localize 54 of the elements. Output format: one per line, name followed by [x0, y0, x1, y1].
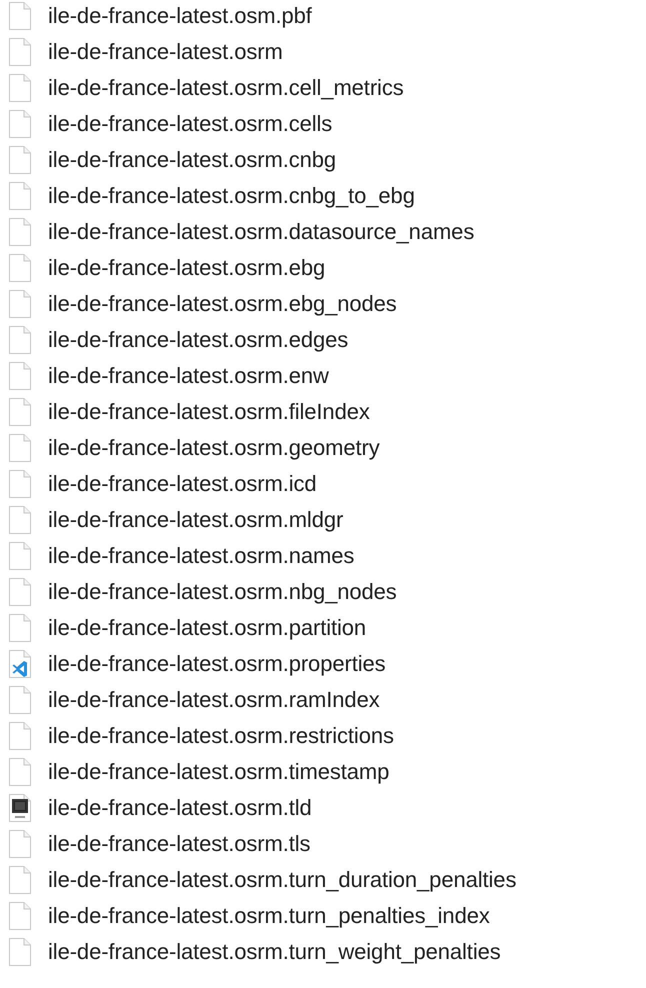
document-icon	[8, 361, 32, 391]
document-icon	[8, 721, 32, 751]
document-icon	[8, 73, 32, 103]
file-name: ile-de-france-latest.osrm.turn_weight_penalties	[48, 939, 501, 965]
document-icon	[8, 865, 32, 895]
document-icon	[8, 613, 32, 643]
file-name: ile-de-france-latest.osrm.datasource_names	[48, 219, 474, 245]
file-name: ile-de-france-latest.osrm.mldgr	[48, 507, 344, 533]
document-icon	[8, 433, 32, 463]
file-name: ile-de-france-latest.osrm.nbg_nodes	[48, 579, 397, 605]
document-icon	[8, 253, 32, 283]
file-name: ile-de-france-latest.osrm.cnbg	[48, 147, 336, 173]
xml-file-icon	[8, 793, 32, 823]
file-name: ile-de-france-latest.osrm.timestamp	[48, 759, 390, 785]
file-name: ile-de-france-latest.osrm.properties	[48, 651, 386, 677]
document-icon	[8, 181, 32, 211]
file-name: ile-de-france-latest.osrm.cell_metrics	[48, 75, 404, 101]
document-icon	[8, 325, 32, 355]
file-name: ile-de-france-latest.osrm.ramIndex	[48, 687, 380, 713]
document-icon	[8, 217, 32, 247]
file-name: ile-de-france-latest.osrm.fileIndex	[48, 399, 370, 425]
document-icon	[8, 541, 32, 571]
file-name: ile-de-france-latest.osrm.cnbg_to_ebg	[48, 183, 415, 209]
document-icon	[8, 289, 32, 319]
document-icon	[8, 901, 32, 931]
code-file-icon	[8, 649, 32, 679]
document-icon	[8, 145, 32, 175]
document-icon	[8, 757, 32, 787]
file-name: ile-de-france-latest.osrm.names	[48, 543, 354, 569]
file-name: ile-de-france-latest.osrm.turn_duration_penalties	[48, 867, 516, 893]
document-icon	[8, 469, 32, 499]
document-icon	[8, 829, 32, 859]
file-name: ile-de-france-latest.osrm.ebg_nodes	[48, 291, 397, 317]
document-icon	[8, 577, 32, 607]
file-name: ile-de-france-latest.osrm.enw	[48, 363, 329, 389]
file-name: ile-de-france-latest.osrm	[48, 39, 283, 65]
file-name: ile-de-france-latest.osrm.geometry	[48, 435, 380, 461]
document-icon	[8, 1, 32, 31]
file-name: ile-de-france-latest.osrm.ebg	[48, 255, 326, 281]
file-name: ile-de-france-latest.osrm.tls	[48, 831, 310, 857]
file-name: ile-de-france-latest.osrm.edges	[48, 327, 348, 353]
document-icon	[8, 37, 32, 67]
document-icon	[8, 397, 32, 427]
document-icon	[8, 505, 32, 535]
file-name: ile-de-france-latest.osrm.tld	[48, 795, 312, 821]
file-name: ile-de-france-latest.osrm.restrictions	[48, 723, 394, 749]
file-name: ile-de-france-latest.osrm.icd	[48, 471, 317, 497]
document-icon	[8, 937, 32, 967]
document-icon	[8, 685, 32, 715]
file-name: ile-de-france-latest.osm.pbf	[48, 3, 312, 29]
file-name: ile-de-france-latest.osrm.cells	[48, 111, 332, 137]
file-name: ile-de-france-latest.osrm.partition	[48, 615, 366, 641]
file-name: ile-de-france-latest.osrm.turn_penalties_index	[48, 903, 490, 929]
document-icon	[8, 109, 32, 139]
